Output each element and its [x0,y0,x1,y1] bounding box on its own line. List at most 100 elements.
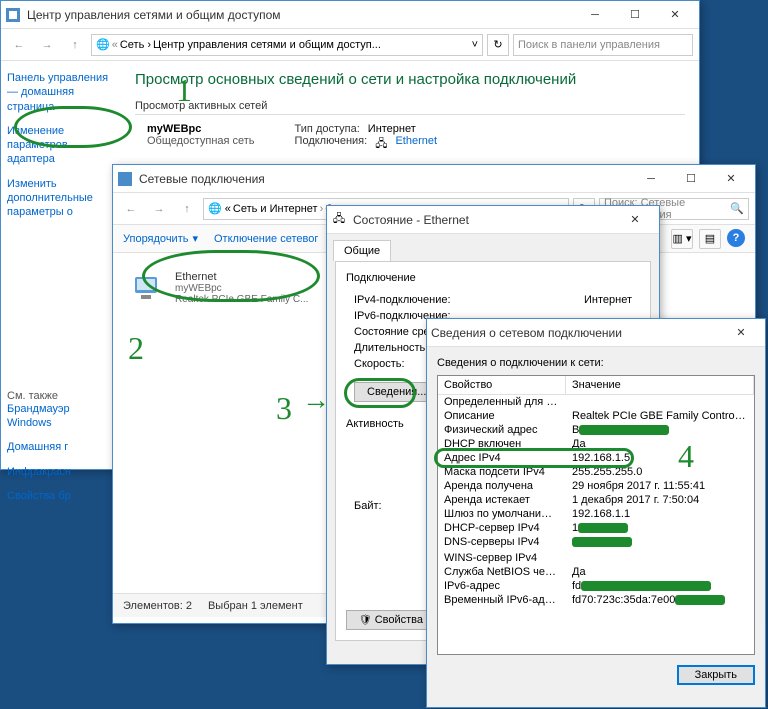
connection-details-window: Сведения о сетевом подключении ✕ Сведени… [426,318,766,708]
help-button[interactable]: ? [727,229,745,247]
sidebar-home-link[interactable]: Панель управления — домашняя страница [7,71,115,114]
property-cell: Физический адрес [438,423,566,437]
window-title: Сведения о сетевом подключении [431,326,721,340]
close-button[interactable]: ✕ [655,2,695,28]
ipv4-value: Интернет [584,294,632,306]
close-button[interactable]: ✕ [721,320,761,346]
back-button[interactable]: ← [119,197,143,221]
access-type-value: Интернет [368,123,416,135]
adapter-device: Realtek PCIe GBE Family C... [175,294,308,305]
sidebar-internet-link[interactable]: Свойства бр [7,489,115,503]
table-row[interactable]: Адрес IPv4192.168.1.5 [438,451,754,465]
selection-status: Выбран 1 элемент [208,600,303,612]
network-name: myWEBpc [147,123,201,135]
up-button[interactable]: ↑ [63,33,87,57]
details-table: Свойство Значение Определенный для по...… [437,375,755,655]
sidebar-infrared-link[interactable]: Инфракрасн [7,465,115,479]
value-cell [566,551,754,565]
property-cell: Определенный для по... [438,395,566,409]
connections-label: Подключения: [295,135,368,154]
table-row[interactable]: Аренда получена29 ноября 2017 г. 11:55:4… [438,479,754,493]
sidebar-sharing-link[interactable]: Изменить дополнительные параметры о [7,177,115,220]
table-row[interactable]: Служба NetBIOS через...Да [438,565,754,579]
table-row[interactable]: ОписаниеRealtek PCIe GBE Family Controll… [438,409,754,423]
table-row[interactable]: Аренда истекает1 декабря 2017 г. 7:50:04 [438,493,754,507]
minimize-button[interactable]: ─ [631,166,671,192]
titlebar[interactable]: Центр управления сетями и общим доступом… [1,1,699,29]
window-title: Центр управления сетями и общим доступом [27,8,575,22]
property-cell: DHCP включен [438,437,566,451]
sidebar-homegroup-link[interactable]: Домашняя г [7,440,115,454]
col-value[interactable]: Значение [566,376,754,394]
value-cell: 192.168.1.5 [566,451,754,465]
access-type-label: Тип доступа: [295,123,360,135]
table-row[interactable]: WINS-сервер IPv4 [438,551,754,565]
connection-link[interactable]: Ethernet [395,135,437,154]
property-cell: DNS-серверы IPv4 [438,535,566,549]
property-cell: Аренда истекает [438,493,566,507]
minimize-button[interactable]: ─ [575,2,615,28]
value-cell: fd70:723c:35da:7e00 [566,593,754,607]
maximize-button[interactable]: ☐ [671,166,711,192]
property-cell: Описание [438,409,566,423]
app-icon [117,171,133,187]
properties-button[interactable]: Свойства [346,610,436,630]
col-property[interactable]: Свойство [438,376,566,394]
value-cell [566,535,754,549]
forward-button[interactable]: → [35,33,59,57]
value-cell [566,395,754,409]
table-row[interactable]: Определенный для по... [438,395,754,409]
table-row[interactable]: IPv6-адресfd [438,579,754,593]
value-cell: 192.168.1.1 [566,507,754,521]
titlebar[interactable]: Сетевые подключения ─ ☐ ✕ [113,165,755,193]
view-button[interactable]: ▥ ▾ [671,229,693,249]
table-row[interactable]: DNS-серверы IPv4 [438,535,754,549]
value-cell: 1 [566,521,754,535]
speed-label: Скорость: [354,358,405,370]
table-row[interactable]: Шлюз по умолчанию IP...192.168.1.1 [438,507,754,521]
close-details-button[interactable]: Закрыть [677,665,755,685]
property-cell: Служба NetBIOS через... [438,565,566,579]
app-icon [5,7,21,23]
forward-button[interactable]: → [147,197,171,221]
tab-general[interactable]: Общие [333,240,391,261]
table-row[interactable]: Физический адресB [438,423,754,437]
back-button[interactable]: ← [7,33,31,57]
network-icon: 🖧 [375,135,387,154]
value-cell: Realtek PCIe GBE Family Controller [566,409,754,423]
item-count: Элементов: 2 [123,600,192,612]
value-cell: 1 декабря 2017 г. 7:50:04 [566,493,754,507]
table-row[interactable]: Временный IPv6-адресfd70:723c:35da:7e00 [438,593,754,607]
preview-button[interactable]: ▤ [699,229,721,249]
property-cell: Маска подсети IPv4 [438,465,566,479]
titlebar[interactable]: Сведения о сетевом подключении ✕ [427,319,765,347]
page-title: Просмотр основных сведений о сети и наст… [135,71,685,88]
bytes-label: Байт: [354,500,382,512]
table-row[interactable]: DHCP включенДа [438,437,754,451]
breadcrumb[interactable]: 🌐 « Сеть › Центр управления сетями и общ… [91,34,483,56]
search-input[interactable]: Поиск в панели управления [513,34,693,56]
adapter-item-ethernet[interactable]: Ethernet myWEBpc Realtek PCIe GBE Family… [127,267,317,311]
value-cell: 29 ноября 2017 г. 11:55:41 [566,479,754,493]
up-button[interactable]: ↑ [175,197,199,221]
property-cell: IPv6-адрес [438,579,566,593]
titlebar[interactable]: 🖧 Состояние - Ethernet ✕ [327,206,659,234]
refresh-button[interactable]: ↻ [487,34,509,56]
table-row[interactable]: Маска подсети IPv4255.255.255.0 [438,465,754,479]
connection-group-label: Подключение [346,272,640,284]
sidebar-adapter-link[interactable]: Изменение параметров адаптера [7,124,115,167]
adapter-name: Ethernet [175,271,308,283]
active-networks-label: Просмотр активных сетей [135,100,685,115]
close-button[interactable]: ✕ [615,207,655,233]
value-cell: Да [566,565,754,579]
organize-menu[interactable]: Упорядочить ▾ [123,232,198,245]
disable-device-button[interactable]: Отключение сетевог [214,233,318,245]
table-row[interactable]: DHCP-сервер IPv41 [438,521,754,535]
property-cell: WINS-сервер IPv4 [438,551,566,565]
close-button[interactable]: ✕ [711,166,751,192]
bc-icon: 🌐 [96,38,110,51]
duration-label: Длительность [354,342,425,354]
maximize-button[interactable]: ☐ [615,2,655,28]
property-cell: Шлюз по умолчанию IP... [438,507,566,521]
sidebar-firewall-link[interactable]: Брандмауэр Windows [7,402,115,431]
